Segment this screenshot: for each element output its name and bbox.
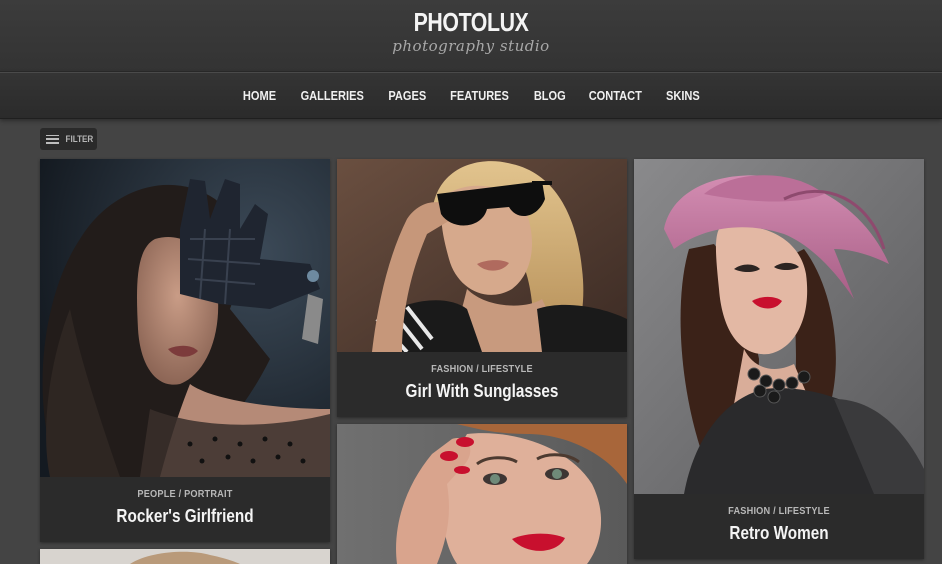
site-header: PHOTOLUX photography studio — [0, 0, 942, 72]
card-caption: FASHION / LIFESTYLE Retro Women — [634, 494, 924, 559]
portrait-photo — [634, 159, 924, 494]
card-title[interactable]: Rocker's Girlfriend — [62, 506, 309, 527]
site-tagline: photography studio — [392, 37, 550, 55]
nav-item-home[interactable]: HOME — [242, 88, 275, 103]
nav-item-blog[interactable]: BLOG — [533, 88, 565, 103]
card-caption: PEOPLE / PORTRAIT Rocker's Girlfriend — [40, 477, 330, 542]
portrait-photo — [40, 549, 330, 564]
gallery-card-red-nails[interactable] — [337, 424, 627, 564]
card-category[interactable]: FASHION / LIFESTYLE — [646, 506, 913, 517]
gallery-card-partial[interactable] — [40, 549, 330, 564]
gallery-card-retro-women[interactable]: FASHION / LIFESTYLE Retro Women — [634, 159, 924, 559]
card-category[interactable]: FASHION / LIFESTYLE — [349, 364, 616, 375]
card-title[interactable]: Girl With Sunglasses — [359, 381, 606, 402]
menu-lines-icon — [46, 134, 59, 144]
filter-button[interactable]: FILTER — [40, 128, 97, 150]
card-category[interactable]: PEOPLE / PORTRAIT — [52, 489, 319, 500]
portrait-photo — [337, 159, 627, 352]
main-nav: HOME GALLERIES PAGES FEATURES BLOG CONTA… — [0, 72, 942, 119]
nav-item-contact[interactable]: CONTACT — [589, 88, 642, 103]
nav-item-pages[interactable]: PAGES — [388, 88, 426, 103]
card-caption: FASHION / LIFESTYLE Girl With Sunglasses — [337, 352, 627, 417]
card-title[interactable]: Retro Women — [656, 523, 903, 544]
gallery-card-rockers-girlfriend[interactable]: PEOPLE / PORTRAIT Rocker's Girlfriend — [40, 159, 330, 542]
portrait-photo — [337, 424, 627, 564]
nav-item-features[interactable]: FEATURES — [451, 88, 510, 103]
portrait-photo — [40, 159, 330, 477]
filter-label: FILTER — [65, 134, 94, 144]
gallery-card-girl-with-sunglasses[interactable]: FASHION / LIFESTYLE Girl With Sunglasses — [337, 159, 627, 417]
nav-item-skins[interactable]: SKINS — [666, 88, 700, 103]
nav-item-galleries[interactable]: GALLERIES — [300, 88, 363, 103]
site-logo[interactable]: PHOTOLUX — [85, 7, 857, 38]
